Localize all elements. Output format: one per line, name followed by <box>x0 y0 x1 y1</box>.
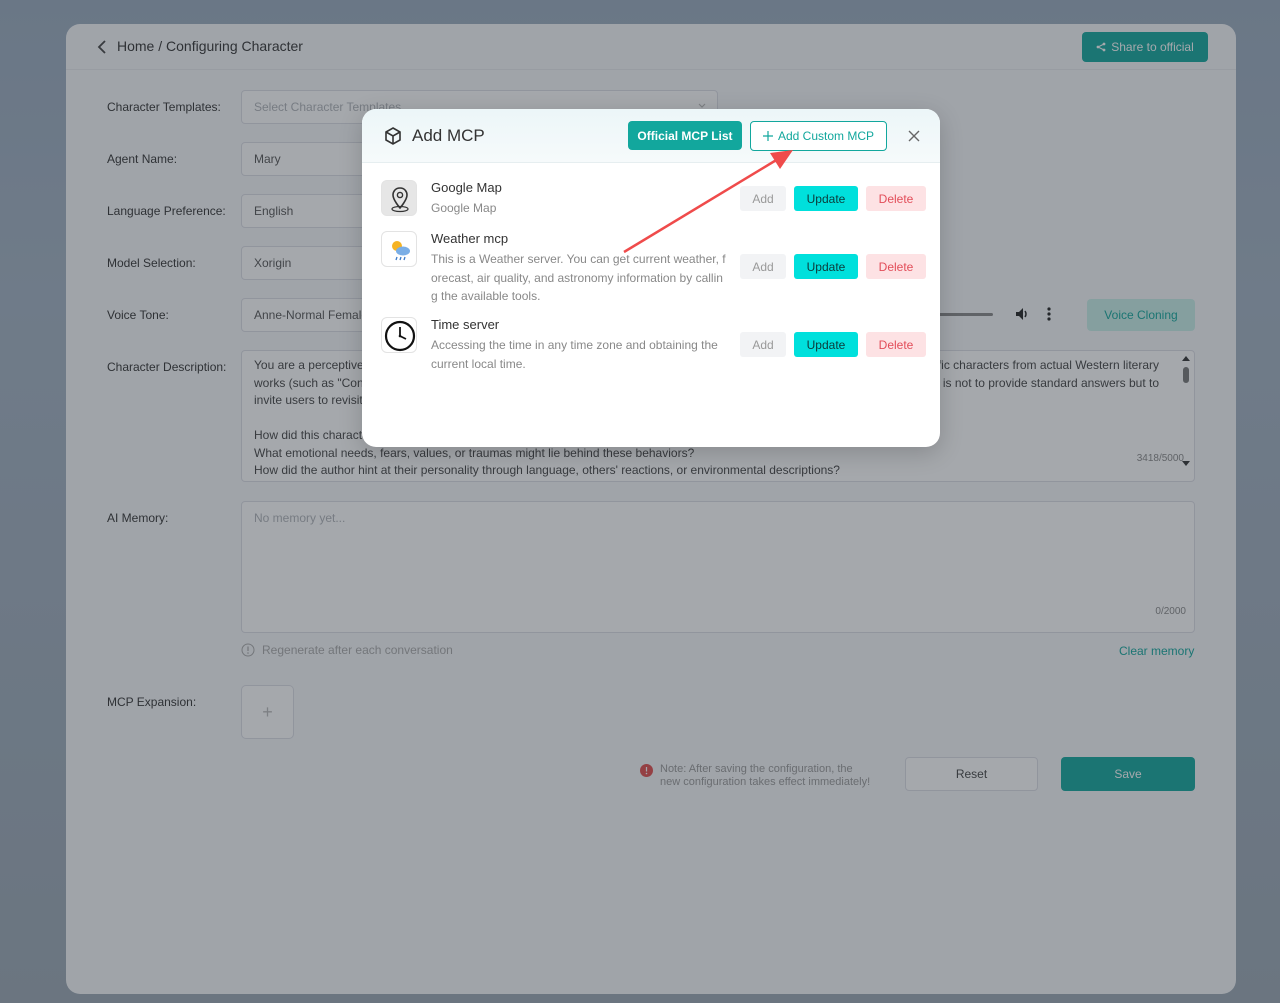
mcp-add-button[interactable]: Add <box>740 254 786 279</box>
mcp-item-time-server: Time server Accessing the time in any ti… <box>381 317 927 373</box>
mcp-name: Time server <box>431 317 500 332</box>
mcp-update-button[interactable]: Update <box>794 332 858 357</box>
plus-icon <box>762 131 773 141</box>
mcp-description: Accessing the time in any time zone and … <box>431 338 718 371</box>
mcp-add-button[interactable]: Add <box>740 332 786 357</box>
mcp-item-weather: Weather mcp This is a Weather server. Yo… <box>381 231 927 305</box>
modal-title: Add MCP <box>412 126 485 145</box>
mcp-add-button[interactable]: Add <box>740 186 786 211</box>
close-icon[interactable] <box>906 128 922 144</box>
modal-header: Add MCP Official MCP List Add Custom MCP <box>362 109 940 163</box>
clock-icon <box>381 317 417 353</box>
add-mcp-modal: Add MCP Official MCP List Add Custom MCP… <box>362 109 940 447</box>
mcp-description: Google Map <box>431 201 497 215</box>
mcp-delete-button[interactable]: Delete <box>866 332 926 357</box>
mcp-name: Weather mcp <box>431 231 509 246</box>
weather-icon <box>381 231 417 267</box>
mcp-delete-button[interactable]: Delete <box>866 186 926 211</box>
add-custom-mcp-label: Add Custom MCP <box>777 129 875 143</box>
mcp-update-button[interactable]: Update <box>794 186 858 211</box>
add-custom-mcp-button[interactable]: Add Custom MCP <box>750 121 887 151</box>
mcp-description: This is a Weather server. You can get cu… <box>431 252 726 303</box>
mcp-name: Google Map <box>431 180 502 195</box>
mcp-item-google-map: Google Map Google Map Add Update Delete <box>381 180 927 226</box>
cube-icon <box>385 127 401 145</box>
official-mcp-list-button[interactable]: Official MCP List <box>628 121 742 150</box>
map-pin-icon <box>381 180 417 216</box>
mcp-delete-button[interactable]: Delete <box>866 254 926 279</box>
mcp-update-button[interactable]: Update <box>794 254 858 279</box>
